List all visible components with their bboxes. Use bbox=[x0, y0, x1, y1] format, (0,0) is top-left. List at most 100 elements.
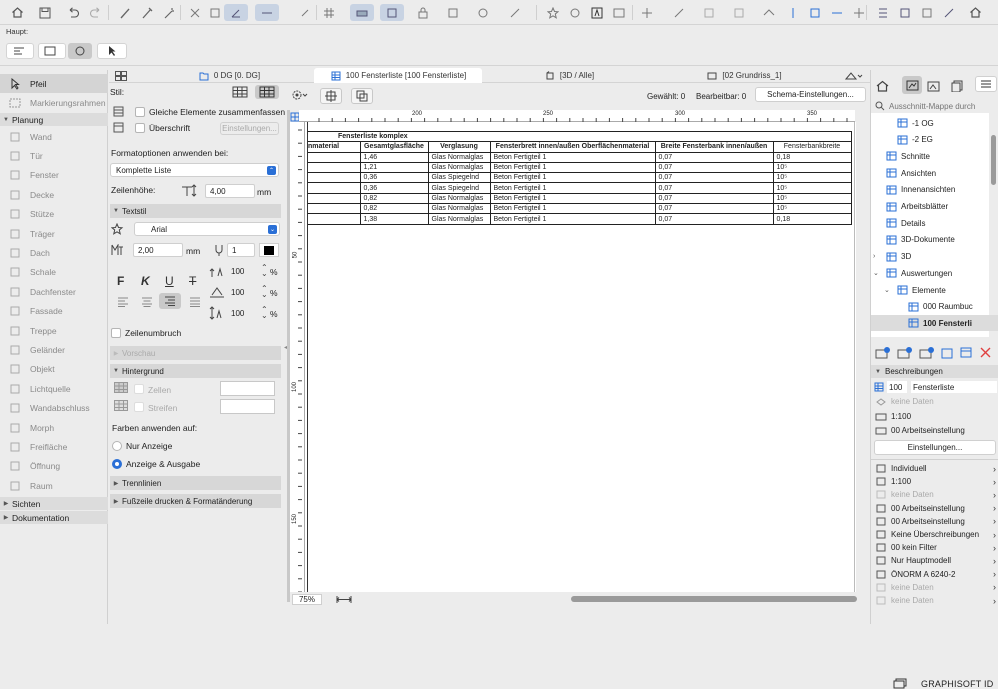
clone-icon[interactable] bbox=[919, 346, 935, 359]
tool-4[interactable]: Stütze bbox=[0, 205, 108, 224]
tree-scrollbar[interactable] bbox=[991, 135, 996, 185]
favorites-icon[interactable] bbox=[544, 4, 562, 21]
table-cell[interactable] bbox=[308, 192, 361, 205]
table-cell[interactable]: 0,07 bbox=[654, 182, 774, 194]
group-icon[interactable] bbox=[444, 4, 462, 21]
tool-9[interactable]: Fassade bbox=[0, 302, 108, 321]
zellen-color-swatch[interactable] bbox=[220, 381, 275, 396]
align-left-icon[interactable] bbox=[117, 297, 129, 307]
pen-input[interactable]: 1 bbox=[227, 243, 255, 257]
table-cell[interactable]: Beton Fertigteil 1 bbox=[489, 182, 656, 194]
stepper-icon[interactable]: ⌃ ⌄ bbox=[261, 306, 268, 320]
align-justify-icon[interactable] bbox=[189, 297, 201, 307]
table-cell[interactable]: Beton Fertigteil 1 bbox=[489, 192, 656, 205]
style-table-button[interactable] bbox=[229, 85, 251, 99]
tool-0[interactable]: Wand bbox=[0, 127, 108, 146]
nav-item[interactable]: Innenansichten bbox=[871, 182, 998, 198]
table-cell[interactable]: 0,82 bbox=[359, 203, 429, 215]
table-cell[interactable]: Glas Normalglas bbox=[427, 203, 491, 215]
table-cell[interactable] bbox=[308, 172, 361, 184]
resize-icon[interactable] bbox=[670, 4, 688, 21]
style-grid-button[interactable] bbox=[255, 85, 279, 99]
ueberschrift-checkbox[interactable] bbox=[135, 122, 145, 133]
rotate-icon[interactable] bbox=[806, 4, 824, 21]
table-row[interactable]: 0,82 Glas Normalglas Beton Fertigteil 1 0,0… bbox=[308, 203, 852, 215]
tool-14[interactable]: Wandabschluss bbox=[0, 399, 108, 418]
tool-3[interactable]: Decke bbox=[0, 185, 108, 204]
building-materials-icon[interactable] bbox=[940, 4, 958, 21]
view-property-row[interactable]: 00 Arbeitseinstellung › bbox=[871, 502, 998, 515]
view-property-row[interactable]: Individuell › bbox=[871, 462, 998, 475]
nav-item[interactable]: Details bbox=[871, 215, 998, 231]
adjust-icon[interactable] bbox=[206, 4, 224, 21]
italic-icon[interactable]: K bbox=[141, 274, 150, 288]
table-cell[interactable]: 0,07 bbox=[654, 203, 774, 215]
view-map-tab-icon[interactable] bbox=[902, 76, 922, 94]
format-select[interactable]: Komplette Liste ⌃ bbox=[110, 163, 279, 177]
rotate-selection-button[interactable] bbox=[68, 43, 92, 59]
zeilenhoehe-input[interactable]: 4,00 bbox=[205, 184, 255, 198]
view-property-row[interactable]: 1:100 › bbox=[871, 475, 998, 488]
project-map-icon[interactable] bbox=[566, 4, 584, 21]
column-header[interactable]: Breite Fensterbank innen/außen bbox=[654, 141, 774, 153]
section-trennlinien[interactable]: ▶ Trennlinien bbox=[110, 476, 281, 490]
snap-point-icon[interactable] bbox=[296, 4, 314, 21]
nav-item[interactable]: ⌄ Auswertungen bbox=[871, 265, 998, 281]
inject-icon[interactable] bbox=[138, 4, 156, 21]
table-cell[interactable]: 10⁵ bbox=[772, 192, 852, 205]
angle-guide-icon[interactable] bbox=[224, 4, 248, 21]
nav-item[interactable]: -2 EG bbox=[871, 132, 998, 148]
table-cell[interactable]: Beton Fertigteil 1 bbox=[489, 213, 656, 225]
save-icon[interactable] bbox=[36, 4, 54, 21]
tool-12[interactable]: Objekt bbox=[0, 360, 108, 379]
view-settings-icon[interactable] bbox=[291, 89, 309, 101]
horizontal-scrollbar[interactable] bbox=[571, 596, 857, 602]
schedule-table[interactable]: Fensterliste komplex nmaterial Gesamtglas… bbox=[308, 130, 852, 225]
arrow-tool-button[interactable] bbox=[97, 43, 127, 59]
align-right-icon[interactable] bbox=[159, 293, 181, 309]
fit-view-button[interactable] bbox=[320, 88, 342, 104]
char-width-input[interactable]: 100 bbox=[227, 264, 257, 278]
trim-icon[interactable] bbox=[186, 4, 204, 21]
table-row[interactable]: 1,46 Glas Normalglas Beton Fertigteil 1 0,0… bbox=[308, 151, 852, 163]
table-row[interactable]: 0,36 Glas Spiegelnd Beton Fertigteil 1 0,07… bbox=[308, 172, 852, 184]
bold-icon[interactable]: F bbox=[117, 274, 124, 288]
table-row[interactable]: 0,82 Glas Normalglas Beton Fertigteil 1 0,0… bbox=[308, 192, 852, 205]
table-cell[interactable]: 1,21 bbox=[359, 161, 429, 174]
tool-7[interactable]: Schale bbox=[0, 263, 108, 282]
magic-wand-icon[interactable] bbox=[160, 4, 178, 21]
redo-icon[interactable] bbox=[86, 4, 104, 21]
name-input[interactable]: Fensterliste bbox=[911, 381, 997, 393]
table-cell[interactable]: 0,07 bbox=[654, 151, 774, 163]
table-cell[interactable]: Beton Fertigteil 1 bbox=[489, 151, 656, 163]
publisher-icon[interactable] bbox=[896, 4, 914, 21]
nav-item[interactable]: › 3D bbox=[871, 249, 998, 265]
table-cell[interactable]: Glas Normalglas bbox=[427, 161, 491, 174]
stepper-icon[interactable]: ⌃ ⌄ bbox=[261, 264, 268, 278]
table-cell[interactable] bbox=[308, 151, 361, 163]
table-cell[interactable] bbox=[308, 161, 361, 174]
tool-18[interactable]: Raum bbox=[0, 476, 108, 495]
table-cell[interactable]: 0,36 bbox=[359, 182, 429, 194]
chevron-down-icon[interactable]: ⌄ bbox=[873, 269, 883, 277]
table-cell[interactable]: 0,18 bbox=[772, 151, 852, 163]
grid-snap-icon[interactable] bbox=[320, 4, 338, 21]
layout-book-tab-icon[interactable] bbox=[927, 80, 940, 92]
view-property-row[interactable]: keine Daten › bbox=[871, 488, 998, 501]
navigator-menu-icon[interactable] bbox=[975, 76, 997, 92]
streifen-checkbox[interactable] bbox=[134, 402, 144, 412]
chevron-down-icon[interactable]: ⌄ bbox=[884, 286, 894, 294]
view-property-row[interactable]: ÖNORM A 6240-2 › bbox=[871, 568, 998, 581]
view-property-row[interactable]: 00 Arbeitseinstellung › bbox=[871, 515, 998, 528]
settings-icon[interactable] bbox=[960, 346, 973, 359]
selection-method-button[interactable] bbox=[38, 43, 66, 59]
tool-15[interactable]: Morph bbox=[0, 418, 108, 437]
pen-color-swatch[interactable] bbox=[259, 243, 279, 257]
table-cell[interactable]: 1,38 bbox=[359, 213, 429, 225]
tab-overview-icon[interactable] bbox=[113, 68, 129, 83]
view-property-row[interactable]: keine Daten › bbox=[871, 581, 998, 594]
table-cell[interactable]: 10⁵ bbox=[772, 172, 852, 184]
teamwork-icon[interactable] bbox=[874, 4, 892, 21]
layer-toggle-icon[interactable] bbox=[350, 4, 374, 21]
gravity-icon[interactable] bbox=[380, 4, 404, 21]
